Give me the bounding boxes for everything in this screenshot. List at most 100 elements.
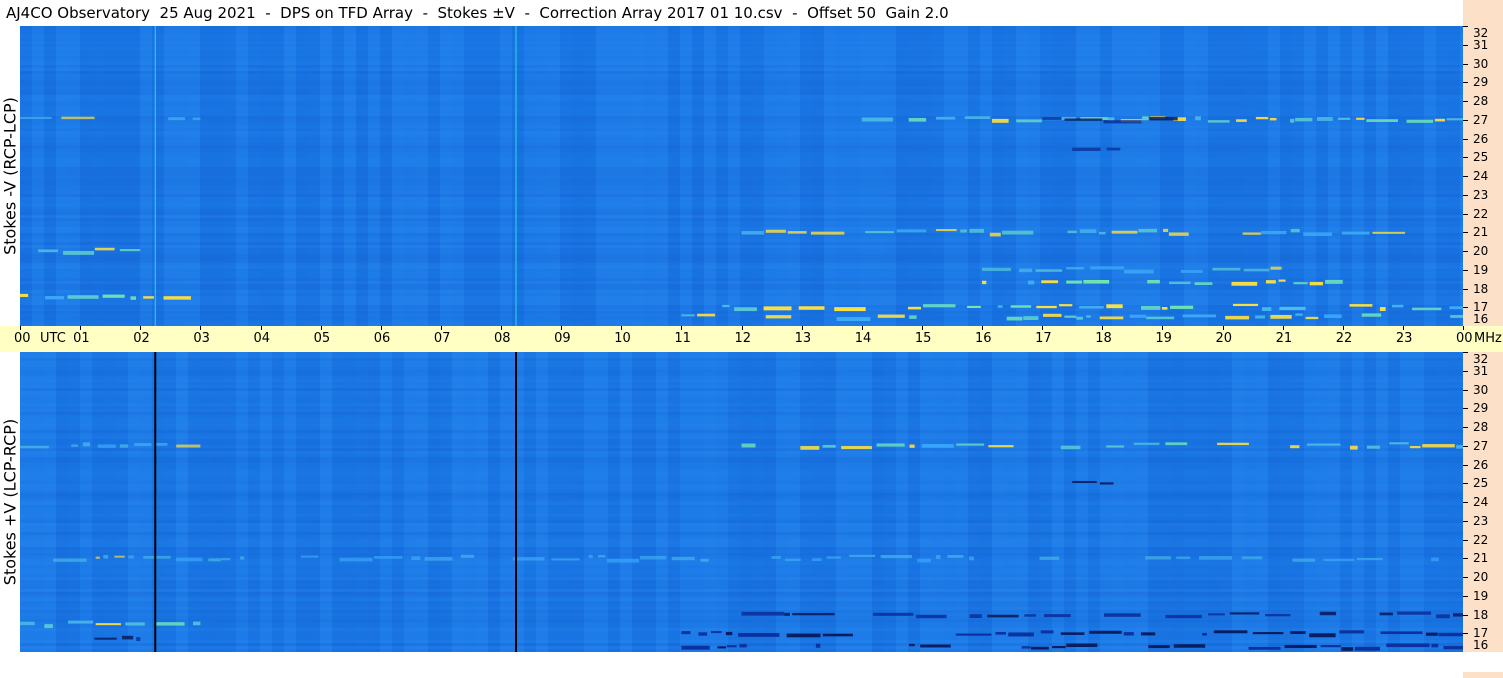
time-tick (1283, 326, 1284, 330)
bright-band-mark (1028, 281, 1034, 285)
texture-column (248, 26, 260, 326)
bright-band-mark (1195, 282, 1213, 285)
texture-column (1208, 26, 1220, 326)
frequency-tick-label: 20 (1473, 244, 1488, 258)
bright-band-mark (1035, 269, 1062, 272)
bright-band-mark (640, 556, 666, 560)
dark-band-mark (987, 615, 1018, 618)
texture-column (668, 352, 680, 652)
texture-column (1160, 26, 1172, 326)
texture-column (212, 26, 224, 326)
frequency-tick-label: 22 (1473, 207, 1488, 221)
texture-column (656, 352, 668, 652)
bright-band-mark (1243, 232, 1261, 234)
dark-band-mark (122, 636, 133, 640)
bright-band-mark (936, 117, 955, 120)
texture-column (44, 352, 56, 652)
texture-column (200, 352, 212, 652)
texture-column (1184, 26, 1196, 326)
time-tick-label: 14 (855, 332, 872, 346)
texture-column (380, 352, 392, 652)
bright-band-mark (61, 117, 94, 119)
bright-band-mark (1292, 559, 1315, 562)
texture-column (548, 26, 560, 326)
texture-column (1196, 26, 1208, 326)
texture-column (272, 26, 284, 326)
bright-band-mark (1212, 268, 1240, 271)
texture-column (1028, 352, 1040, 652)
texture-column (176, 26, 188, 326)
bright-band-mark (374, 556, 402, 559)
texture-column (584, 26, 596, 326)
dark-band-mark (1044, 614, 1071, 617)
dark-band-mark (1052, 646, 1066, 648)
time-tick (561, 326, 562, 330)
texture-column (440, 352, 452, 652)
bright-band-mark (908, 307, 921, 310)
time-tick-label: 03 (193, 332, 210, 346)
bright-band-mark (878, 315, 905, 318)
texture-column (260, 26, 272, 326)
texture-column (980, 352, 992, 652)
time-tick (80, 326, 81, 330)
frequency-tick-label: 22 (1473, 533, 1488, 547)
frequency-tick-label: 25 (1473, 476, 1488, 490)
dark-band-mark (1265, 614, 1290, 616)
bright-band-mark (910, 445, 915, 448)
texture-column (1424, 26, 1436, 326)
texture-column (1064, 352, 1076, 652)
bright-band-mark (722, 305, 729, 307)
frequency-tick (1463, 101, 1468, 102)
dark-band-mark (823, 634, 853, 637)
frequency-tick (1463, 390, 1468, 391)
time-tick (20, 326, 21, 330)
texture-column (992, 26, 1004, 326)
bright-band-mark (1064, 316, 1076, 318)
bright-band-mark (1266, 280, 1276, 283)
bright-band-mark (1435, 119, 1445, 122)
texture-column (440, 26, 452, 326)
bright-band-mark (960, 229, 967, 232)
frequency-tick (1463, 427, 1468, 428)
dark-band-mark (1381, 631, 1423, 634)
time-tick-label: 15 (915, 332, 932, 346)
bright-band-mark (1141, 306, 1160, 310)
texture-column (524, 26, 536, 326)
texture-column (560, 26, 572, 326)
bright-band-mark (1306, 317, 1319, 319)
bright-band-mark (1059, 304, 1072, 306)
frequency-tick-label: 17 (1473, 300, 1488, 314)
bottom-frequency-axis: 1617181920212223242526272829303132 (1463, 352, 1503, 678)
bright-band-mark (513, 557, 544, 560)
texture-column (1172, 26, 1184, 326)
bright-band-mark (1106, 445, 1124, 447)
bright-band-mark (125, 622, 145, 625)
time-tick-label: 04 (254, 332, 271, 346)
texture-column (140, 26, 152, 326)
texture-column (932, 352, 944, 652)
top-spectrogram-canvas (20, 26, 1463, 326)
texture-column (836, 26, 848, 326)
texture-column (236, 26, 248, 326)
dark-band-mark (711, 631, 722, 633)
bright-band-mark (1083, 280, 1109, 284)
bright-band-mark (1011, 305, 1031, 307)
dark-band-mark (1285, 645, 1317, 648)
dark-band-mark (1380, 613, 1393, 616)
texture-column (68, 26, 80, 326)
time-tick (681, 326, 682, 330)
texture-column (224, 352, 236, 652)
dark-band-mark (1453, 613, 1463, 616)
bright-band-mark (1367, 446, 1380, 449)
frequency-tick (1463, 633, 1468, 634)
texture-column (1016, 26, 1028, 326)
bright-band-mark (1350, 304, 1373, 307)
dark-band-mark (1436, 614, 1450, 618)
bright-band-mark (1183, 315, 1216, 318)
bright-band-mark (764, 306, 792, 310)
bright-band-mark (1270, 118, 1277, 120)
texture-column (572, 26, 584, 326)
texture-column (308, 352, 320, 652)
bright-band-mark (95, 248, 115, 251)
bright-band-mark (128, 555, 134, 558)
